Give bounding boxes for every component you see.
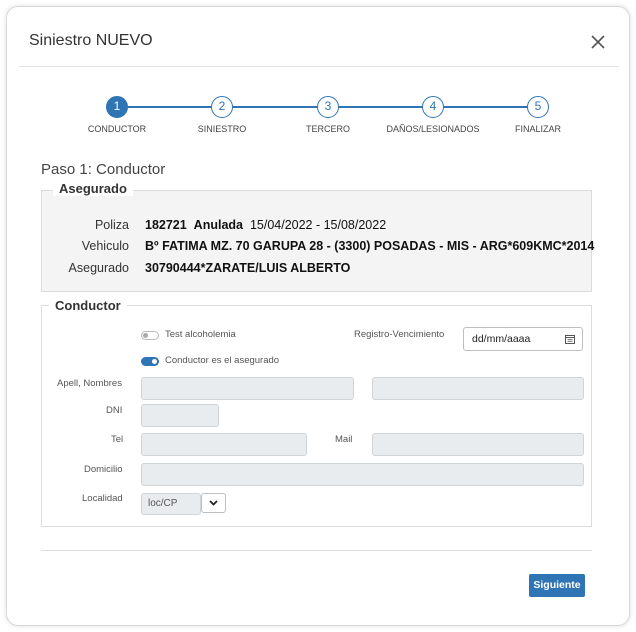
apell-nombres-field-2[interactable] — [372, 377, 584, 400]
apell-nombres-field[interactable] — [141, 377, 354, 400]
header-divider — [19, 66, 619, 67]
footer-divider — [41, 550, 592, 551]
asegurado-legend: Asegurado — [53, 181, 133, 196]
mail-label: Mail — [335, 434, 353, 445]
conductor-asegurado-toggle[interactable] — [141, 357, 159, 366]
vehiculo-label: Vehiculo — [81, 239, 129, 253]
step-3-label: TERCERO — [305, 124, 351, 134]
chevron-down-icon — [209, 500, 218, 506]
asegurado-text: 30790444*ZARATE/LUIS ALBERTO — [145, 261, 351, 275]
poliza-label: Poliza — [94, 218, 129, 232]
modal-title: Siniestro NUEVO — [29, 32, 153, 49]
step-2-label: SINIESTRO — [197, 124, 247, 134]
vehiculo-value: Bº FATIMA MZ. 70 GARUPA 28 - (3300) POSA… — [145, 239, 594, 253]
localidad-dropdown-button[interactable] — [201, 493, 226, 513]
asegurado-value: 30790444*ZARATE/LUIS ALBERTO — [145, 261, 350, 275]
asegurado-row: Asegurado 30790444*ZARATE/LUIS ALBERTO — [41, 261, 592, 277]
vehiculo-row: Vehiculo Bº FATIMA MZ. 70 GARUPA 28 - (3… — [41, 239, 595, 255]
step-5-circle[interactable]: 5 — [527, 96, 549, 118]
step-3-circle[interactable]: 3 — [317, 96, 339, 118]
step-5-label: FINALIZAR — [514, 124, 562, 134]
conductor-legend: Conductor — [49, 298, 127, 313]
test-alcoholemia-toggle[interactable] — [141, 331, 159, 340]
step-1-circle[interactable]: 1 — [106, 96, 128, 118]
modal-dialog: Siniestro NUEVO 1 CONDUCTOR 2 SINIESTRO … — [6, 6, 630, 626]
step-4-label: DAÑOS/LESIONADOS — [386, 124, 480, 134]
poliza-number: 182721 — [145, 218, 187, 232]
poliza-value: 182721 Anulada 15/04/2022 - 15/08/2022 — [145, 218, 386, 232]
close-icon[interactable] — [589, 33, 607, 51]
siguiente-button[interactable]: Siguiente — [529, 574, 585, 597]
registro-label: Registro-Vencimiento — [354, 329, 445, 340]
step-1-label: CONDUCTOR — [87, 124, 147, 134]
domicilio-field[interactable] — [141, 463, 584, 486]
poliza-row: Poliza 182721 Anulada 15/04/2022 - 15/08… — [41, 218, 592, 234]
dni-field[interactable] — [141, 404, 219, 427]
dni-label: DNI — [106, 405, 123, 416]
tel-field[interactable] — [141, 433, 307, 456]
stepper: 1 CONDUCTOR 2 SINIESTRO 3 TERCERO 4 DAÑO… — [7, 92, 631, 142]
calendar-icon[interactable] — [565, 334, 575, 344]
asegurado-label: Asegurado — [68, 261, 129, 275]
step-2-circle[interactable]: 2 — [211, 96, 233, 118]
poliza-dates: 15/04/2022 - 15/08/2022 — [249, 218, 387, 232]
localidad-field[interactable]: loc/CP — [141, 493, 201, 515]
mail-field[interactable] — [372, 433, 584, 456]
localidad-label: Localidad — [82, 493, 123, 504]
registro-placeholder: dd/mm/aaaa — [472, 333, 531, 345]
vehiculo-text: Bº FATIMA MZ. 70 GARUPA 28 - (3300) POSA… — [145, 239, 595, 253]
poliza-status: Anulada — [193, 218, 243, 232]
conductor-asegurado-label: Conductor es el asegurado — [165, 355, 280, 366]
step-4-circle[interactable]: 4 — [422, 96, 444, 118]
tel-label: Tel — [111, 434, 124, 445]
step-heading: Paso 1: Conductor — [41, 161, 166, 178]
test-alcoholemia-label: Test alcoholemia — [165, 329, 236, 340]
domicilio-label: Domicilio — [84, 464, 123, 475]
apell-label: Apell, Nombres — [57, 378, 122, 389]
registro-date-input[interactable]: dd/mm/aaaa — [463, 327, 583, 351]
